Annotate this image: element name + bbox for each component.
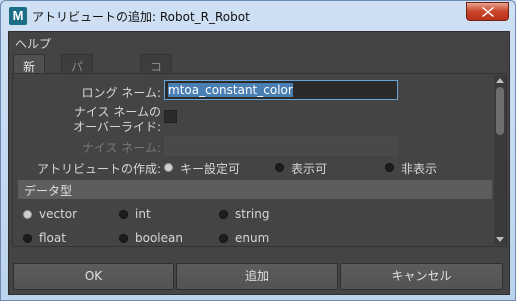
radio-keyable[interactable] xyxy=(164,163,173,172)
add-button[interactable]: 追加 xyxy=(176,263,338,290)
window-title: アトリビュートの追加: Robot_R_Robot xyxy=(32,10,250,24)
maya-app-icon: M xyxy=(9,7,27,25)
long-name-label: ロング ネーム: xyxy=(81,86,162,100)
data-type-section-header[interactable]: データ型 xyxy=(18,180,492,199)
ok-button[interactable]: OK xyxy=(13,263,174,290)
tab-particle[interactable]: パーティクル xyxy=(61,54,94,159)
radio-type-float-label: float xyxy=(39,231,66,245)
nice-name-input[interactable] xyxy=(164,136,398,156)
dialog-client-area: ヘルプ 新規 パーティクル コントロール ロング ネーム: mtoa_const… xyxy=(8,31,510,295)
radio-type-enum-label: enum xyxy=(235,231,270,245)
new-attribute-panel: ロング ネーム: mtoa_constant_color ナイス ネームの オー… xyxy=(12,73,507,247)
override-nice-name-checkbox[interactable] xyxy=(164,110,177,123)
tab-new[interactable]: 新規 xyxy=(13,54,46,91)
menu-help[interactable]: ヘルプ xyxy=(15,35,51,52)
radio-type-int-label: int xyxy=(135,207,151,221)
scroll-up-arrow-icon[interactable] xyxy=(496,78,504,83)
long-name-input[interactable]: mtoa_constant_color xyxy=(164,80,398,100)
radio-type-string-label: string xyxy=(235,207,270,221)
radio-displayable[interactable] xyxy=(275,163,284,172)
radio-type-int[interactable] xyxy=(119,210,128,219)
radio-type-float[interactable] xyxy=(23,234,32,243)
scroll-down-arrow-icon[interactable] xyxy=(496,237,504,242)
radio-type-vector-label: vector xyxy=(39,207,78,221)
nice-name-label: ナイス ネーム: xyxy=(81,141,161,155)
radio-hidden-label: 非表示 xyxy=(401,162,438,176)
radio-hidden[interactable] xyxy=(385,163,394,172)
scroll-thumb[interactable] xyxy=(496,87,504,135)
radio-type-boolean[interactable] xyxy=(119,234,128,243)
panel-scrollbar[interactable] xyxy=(494,75,506,245)
close-icon xyxy=(482,7,494,17)
tab-control[interactable]: コントロール xyxy=(140,54,173,159)
radio-displayable-label: 表示可 xyxy=(291,162,328,176)
cancel-button[interactable]: キャンセル xyxy=(340,263,503,290)
radio-type-boolean-label: boolean xyxy=(135,231,183,245)
radio-type-vector[interactable] xyxy=(23,210,32,219)
nice-name-override-label-line2: オーバーライド: xyxy=(73,120,161,134)
radio-keyable-label: キー設定可 xyxy=(180,162,241,176)
data-type-header-label: データ型 xyxy=(24,184,73,198)
radio-type-string[interactable] xyxy=(219,210,228,219)
make-attribute-label: アトリビュートの作成: xyxy=(36,162,161,176)
close-button[interactable] xyxy=(466,2,509,21)
radio-type-enum[interactable] xyxy=(219,234,228,243)
title-bar[interactable]: M アトリビュートの追加: Robot_R_Robot xyxy=(1,1,515,31)
long-name-value: mtoa_constant_color xyxy=(168,83,293,97)
add-attribute-window: M アトリビュートの追加: Robot_R_Robot ヘルプ 新規 パーティク… xyxy=(0,0,516,301)
menu-bar: ヘルプ xyxy=(9,32,509,52)
